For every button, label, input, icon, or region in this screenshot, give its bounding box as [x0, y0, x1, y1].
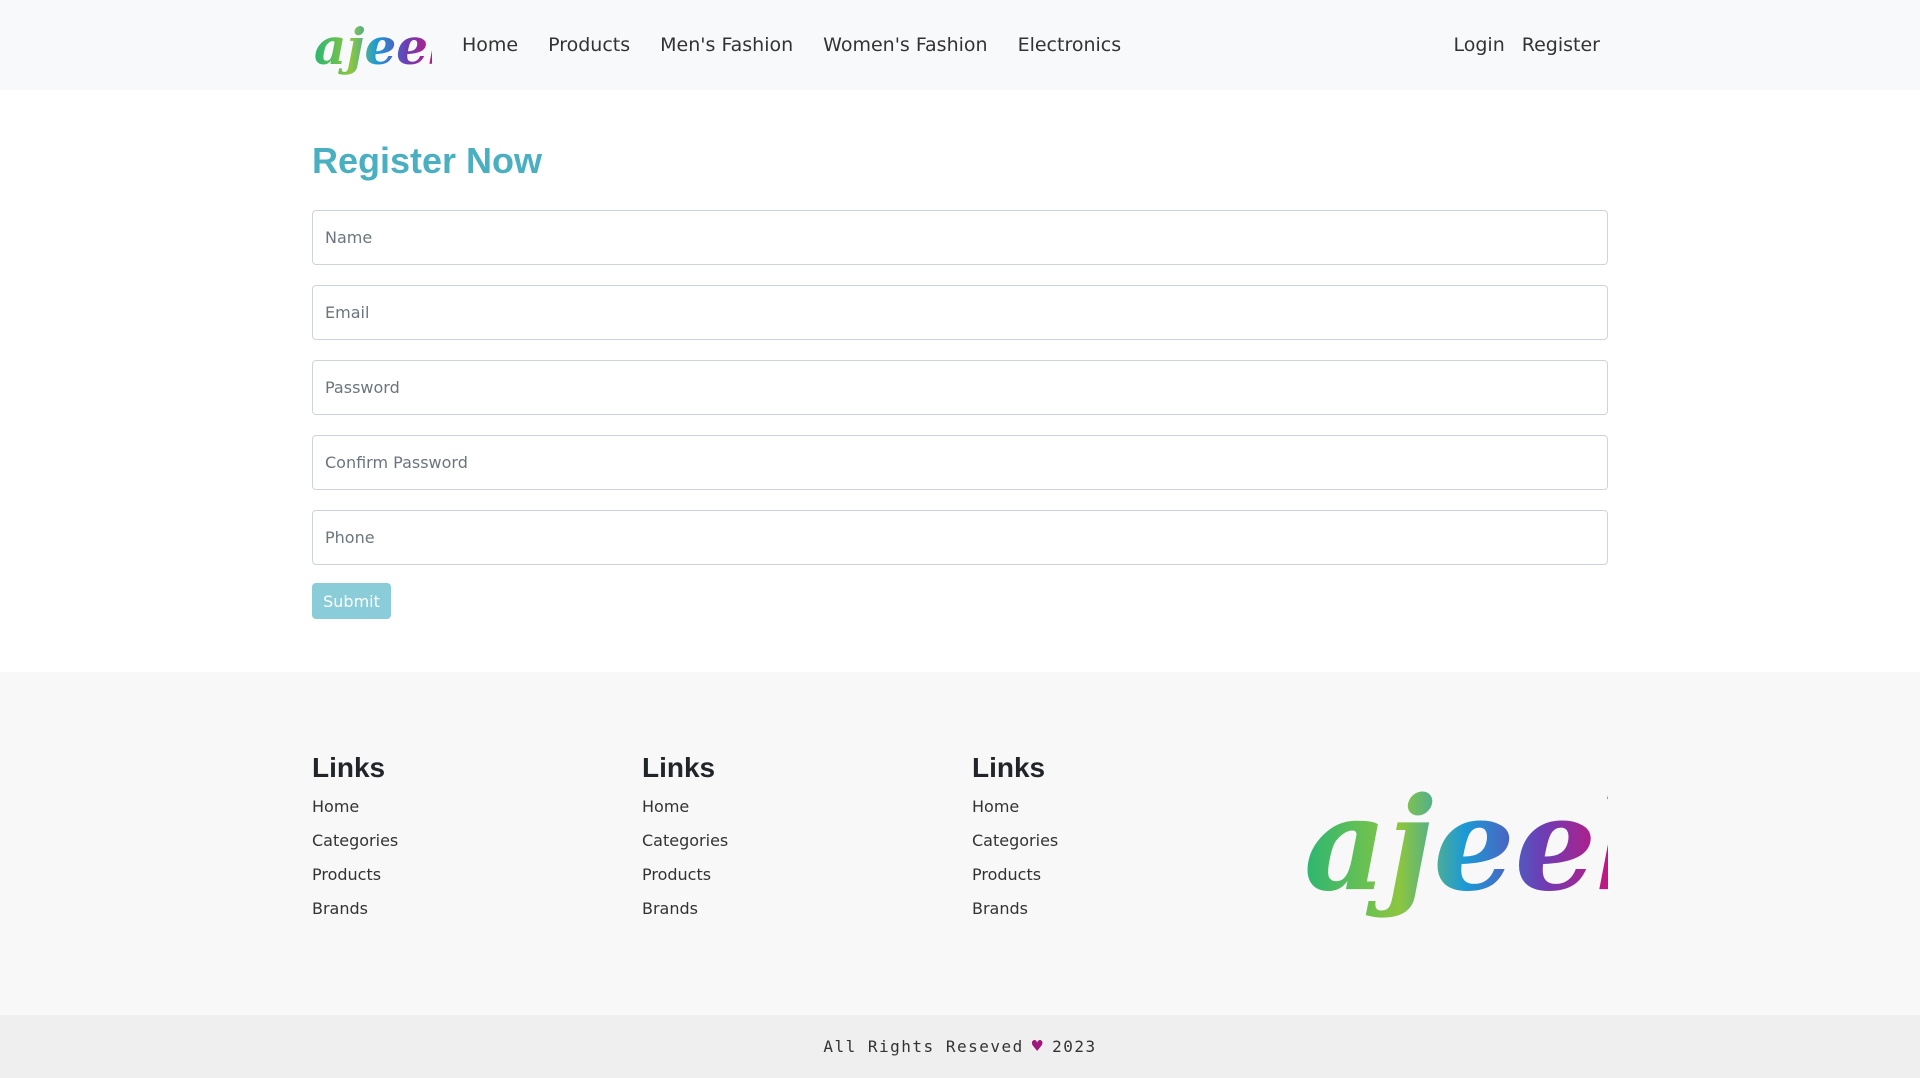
- footer-logo: ajeeb: [1304, 770, 1608, 920]
- heart-icon: ♥: [1031, 1036, 1045, 1057]
- email-input[interactable]: [312, 285, 1608, 340]
- footer-link-home[interactable]: Home: [312, 790, 398, 824]
- footer-link-products[interactable]: Products: [312, 858, 398, 892]
- footer-link-brands[interactable]: Brands: [972, 892, 1058, 926]
- footer-link-categories[interactable]: Categories: [642, 824, 728, 858]
- footer-link-products[interactable]: Products: [972, 858, 1058, 892]
- footer-column-title: Links: [972, 752, 1046, 783]
- svg-text:ajeeb: ajeeb: [1304, 770, 1608, 920]
- navbar: ajeeb Home Products Men's Fashion Women'…: [0, 0, 1920, 90]
- nav-link-electronics[interactable]: Electronics: [1018, 34, 1122, 56]
- page-title: Register Now: [312, 140, 543, 181]
- nav-link-womens-fashion[interactable]: Women's Fashion: [823, 34, 987, 56]
- nav-links: Home Products Men's Fashion Women's Fash…: [462, 34, 1121, 56]
- footer-link-categories[interactable]: Categories: [972, 824, 1058, 858]
- nav-link-register[interactable]: Register: [1522, 34, 1600, 56]
- brand-logo[interactable]: ajeeb: [312, 12, 432, 78]
- footer-link-brands[interactable]: Brands: [312, 892, 398, 926]
- footer-link-brands[interactable]: Brands: [642, 892, 728, 926]
- nav-link-login[interactable]: Login: [1454, 34, 1505, 56]
- register-form: Submit: [312, 210, 1608, 619]
- name-input[interactable]: [312, 210, 1608, 265]
- footer: Links Home Categories Products Brands Li…: [0, 672, 1920, 1015]
- copyright-bar: All Rights Reseved ♥ 2023: [0, 1015, 1920, 1078]
- footer-link-products[interactable]: Products: [642, 858, 728, 892]
- footer-links-column-1: Links Home Categories Products Brands: [312, 752, 398, 926]
- footer-links-column-3: Links Home Categories Products Brands: [972, 752, 1058, 926]
- password-input[interactable]: [312, 360, 1608, 415]
- confirm-password-input[interactable]: [312, 435, 1608, 490]
- footer-link-home[interactable]: Home: [642, 790, 728, 824]
- nav-auth-links: Login Register: [1454, 34, 1601, 56]
- nav-link-products[interactable]: Products: [548, 34, 630, 56]
- footer-link-home[interactable]: Home: [972, 790, 1058, 824]
- copyright-text: All Rights Reseved: [823, 1037, 1024, 1056]
- svg-text:ajeeb: ajeeb: [314, 17, 432, 76]
- phone-input[interactable]: [312, 510, 1608, 565]
- register-section: Register Now Submit: [312, 90, 1608, 619]
- footer-column-title: Links: [642, 752, 716, 783]
- nav-link-mens-fashion[interactable]: Men's Fashion: [660, 34, 793, 56]
- copyright-year: 2023: [1052, 1037, 1097, 1056]
- footer-link-categories[interactable]: Categories: [312, 824, 398, 858]
- submit-button[interactable]: Submit: [312, 583, 391, 619]
- footer-links-column-2: Links Home Categories Products Brands: [642, 752, 728, 926]
- navbar-container: ajeeb Home Products Men's Fashion Women'…: [312, 0, 1608, 90]
- footer-column-title: Links: [312, 752, 386, 783]
- footer-container: Links Home Categories Products Brands Li…: [312, 672, 1608, 1015]
- nav-link-home[interactable]: Home: [462, 34, 518, 56]
